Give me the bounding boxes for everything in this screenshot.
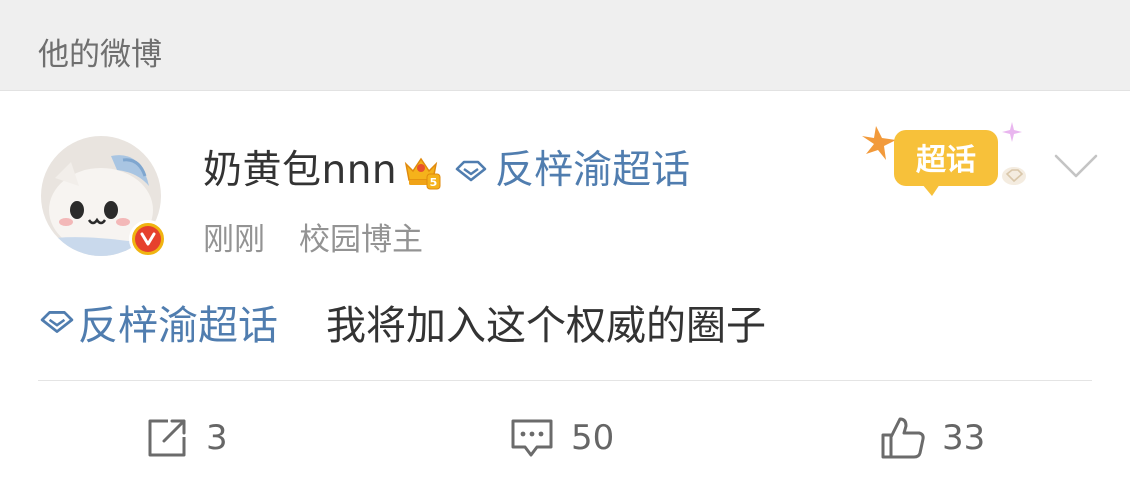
user-tag: 校园博主 bbox=[299, 221, 423, 258]
super-topic-diamond-icon bbox=[455, 160, 487, 182]
comment-count: 50 bbox=[571, 418, 615, 458]
comment-button[interactable]: 50 bbox=[507, 410, 614, 466]
user-topic-link[interactable]: 反梓渝超话 bbox=[495, 144, 690, 198]
name-row: 奶黄包nnn 5 反梓渝超话 bbox=[203, 144, 690, 198]
comment-icon bbox=[511, 419, 553, 457]
post-topic-link[interactable]: 反梓渝超话 bbox=[78, 293, 278, 351]
repost-count: 3 bbox=[206, 418, 228, 458]
super-topic-diamond-icon bbox=[40, 311, 74, 333]
chevron-down-icon[interactable] bbox=[1052, 150, 1100, 182]
avatar[interactable] bbox=[41, 136, 167, 260]
post-text: 我将加入这个权威的圈子 bbox=[326, 303, 766, 349]
section-header: 他的微博 bbox=[0, 0, 1130, 91]
thumbs-up-icon bbox=[881, 417, 925, 459]
post-meta: 刚刚 校园博主 bbox=[203, 214, 423, 258]
crown-level-icon[interactable]: 5 bbox=[401, 150, 443, 192]
like-count: 33 bbox=[942, 418, 986, 458]
username[interactable]: 奶黄包nnn bbox=[203, 144, 397, 198]
section-title: 他的微博 bbox=[38, 37, 162, 73]
super-topic-badge-label: 超话 bbox=[916, 143, 976, 178]
verified-badge-icon bbox=[129, 220, 167, 258]
post-time: 刚刚 bbox=[203, 221, 265, 258]
svg-text:5: 5 bbox=[430, 176, 438, 189]
repost-icon bbox=[148, 419, 186, 457]
repost-button[interactable]: 3 bbox=[142, 410, 228, 466]
like-button[interactable]: 33 bbox=[878, 410, 985, 466]
divider bbox=[38, 380, 1092, 381]
super-topic-badge[interactable]: 超话 bbox=[862, 118, 1038, 200]
post-content: 反梓渝超话 我将加入这个权威的圈子 bbox=[40, 294, 766, 350]
